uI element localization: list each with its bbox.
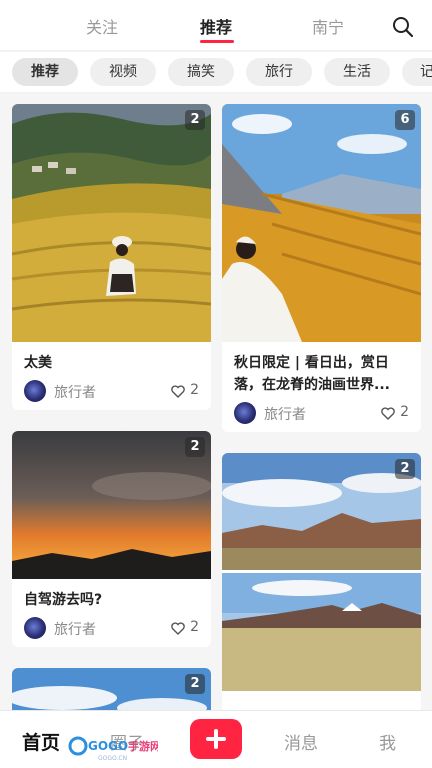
tab-follow[interactable]: 关注 [86,14,118,38]
post-photo: 2 [12,431,211,579]
image-count-badge: 2 [395,459,415,479]
nav-home[interactable]: 首页 [22,728,60,755]
bottom-nav: 首页 圈子 消息 我 [0,710,432,768]
post-card[interactable]: 2 [222,453,421,710]
post-photo: 2 [12,104,211,342]
heart-icon[interactable] [171,385,185,398]
tab-recommend[interactable]: 推荐 [200,14,232,38]
category-chip-travel[interactable]: 旅行 [246,58,312,86]
avatar[interactable] [234,402,256,424]
category-chip-life[interactable]: 生活 [324,58,390,86]
category-bar: 推荐 视频 搞笑 旅行 生活 记 [0,52,432,92]
avatar[interactable] [24,380,46,402]
watermark-logo: GOGO 手游网 GOGO.CN [68,736,158,762]
image-count-badge: 2 [185,674,205,694]
image-count-badge: 2 [185,437,205,457]
post-photo: 6 [222,104,421,342]
post-photo: 2 [222,453,421,691]
post-meta: 旅行者 2 [12,611,211,647]
post-card[interactable]: 6 秋日限定 | 看日出，赏日落，在龙脊的油画世界... 旅行者 2 [222,104,421,432]
svg-text:手游网: 手游网 [128,739,158,753]
post-card[interactable]: 2 太美 旅行者 2 [12,104,211,410]
post-title[interactable]: 秋日限定 | 看日出，赏日落，在龙脊的油画世界... [222,342,421,396]
tab-nanning[interactable]: 南宁 [312,14,344,38]
like-count: 2 [190,619,199,635]
category-chip-funny[interactable]: 搞笑 [168,58,234,86]
image-count-badge: 6 [395,110,415,130]
avatar[interactable] [24,617,46,639]
plus-icon[interactable] [190,719,242,759]
image-count-badge: 2 [185,110,205,130]
svg-text:GOGO: GOGO [88,739,128,753]
author-name[interactable]: 旅行者 [54,382,96,402]
nav-messages[interactable]: 消息 [284,729,318,754]
post-title[interactable]: 自驾游去吗? [12,579,211,611]
author-name[interactable]: 旅行者 [54,619,96,639]
category-chip-more[interactable]: 记 [402,58,432,86]
post-title[interactable]: 太美 [12,342,211,374]
post-feed[interactable]: 2 太美 旅行者 2 6 秋日限定 | 看日出，赏日落，在龙脊的油画世界... … [0,93,432,710]
like-count: 2 [400,404,409,420]
category-chip-recommend[interactable]: 推荐 [12,58,78,86]
top-nav: 关注 推荐 南宁 [0,0,432,50]
nav-me[interactable]: 我 [379,729,396,754]
post-meta: 旅行者 2 [222,396,421,432]
svg-text:GOGO.CN: GOGO.CN [98,755,127,762]
tab-active-indicator [200,40,234,43]
like-count: 2 [190,382,199,398]
category-chip-video[interactable]: 视频 [90,58,156,86]
post-card[interactable]: 2 自驾游去吗? 旅行者 2 [12,431,211,647]
heart-icon[interactable] [381,407,395,420]
post-card[interactable]: 2 [12,668,211,710]
post-meta: 旅行者 2 [12,374,211,410]
heart-icon[interactable] [171,622,185,635]
search-icon[interactable] [392,16,414,38]
post-photo: 2 [12,668,211,710]
author-name[interactable]: 旅行者 [264,404,306,424]
